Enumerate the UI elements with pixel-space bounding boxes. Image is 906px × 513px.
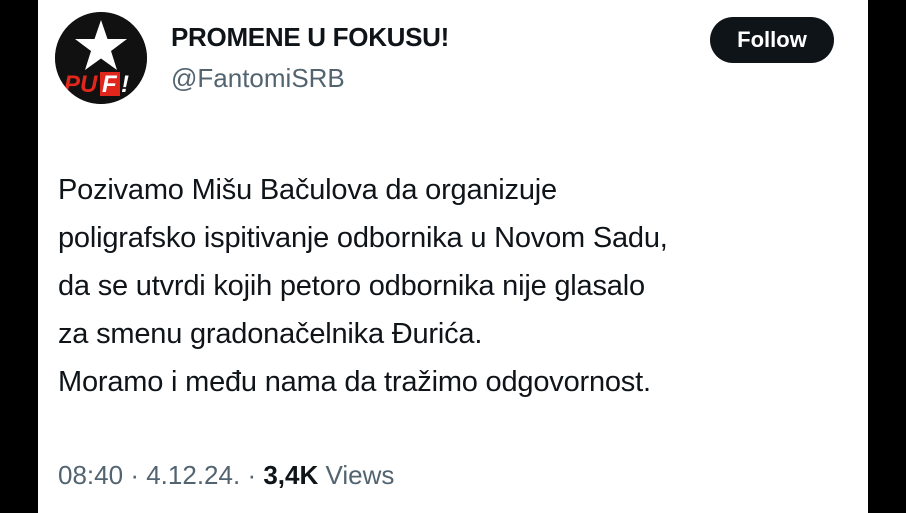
puf-logo-icon: P U F ! (55, 12, 147, 104)
author-avatar[interactable]: P U F ! (55, 12, 147, 104)
tweet-text: Pozivamo Mišu Bačulova da organizuje pol… (58, 166, 858, 406)
views-label: Views (325, 460, 395, 490)
tweet-time[interactable]: 08:40 (58, 460, 123, 490)
meta-separator: · (247, 460, 257, 490)
tweet-card: P U F ! PROMENE U FOKUSU! @FantomiSRB Fo… (38, 0, 868, 513)
author-display-name[interactable]: PROMENE U FOKUSU! (171, 22, 449, 53)
author-handle[interactable]: @FantomiSRB (171, 63, 345, 94)
svg-text:U: U (80, 71, 98, 98)
meta-separator: · (130, 460, 139, 490)
svg-text:!: ! (121, 71, 129, 98)
tweet-text-line: za smenu gradonačelnika Đurića. (58, 318, 483, 350)
svg-text:F: F (102, 71, 118, 98)
follow-button[interactable]: Follow (710, 17, 834, 63)
tweet-text-line: da se utvrdi kojih petoro odbornika nije… (58, 270, 645, 302)
views-count: 3,4K (263, 460, 319, 490)
tweet-date[interactable]: 4.12.24. (146, 460, 240, 490)
tweet-text-line: poligrafsko ispitivanje odbornika u Novo… (58, 222, 668, 254)
tweet-text-line: Pozivamo Mišu Bačulova da organizuje (58, 174, 557, 206)
tweet-meta: 08:40 · 4.12.24. · 3,4K Views (58, 460, 394, 491)
svg-text:P: P (64, 71, 81, 98)
tweet-text-line: Moramo i među nama da tražimo odgovornos… (58, 366, 651, 398)
